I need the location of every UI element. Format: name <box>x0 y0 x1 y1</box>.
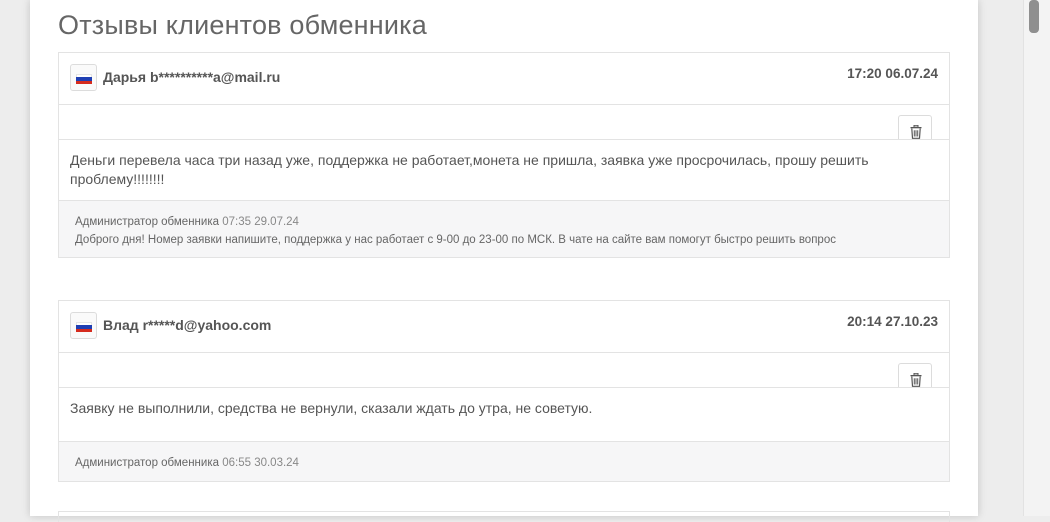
review-card: Влад r*****d@yahoo.com 20:14 27.10.23 За… <box>58 300 950 482</box>
review-text: Заявку не выполнили, средства не вернули… <box>59 387 949 441</box>
admin-reply: Администратор обменника 06:55 30.03.24 <box>59 441 949 481</box>
delete-button[interactable] <box>898 363 932 387</box>
review-author: Дарья b**********a@mail.ru <box>103 69 281 85</box>
review-text: Деньги перевела часа три назад уже, подд… <box>59 139 949 200</box>
scrollbar-thumb[interactable] <box>1029 0 1039 33</box>
review-card: Дарья b**********a@mail.ru 17:20 06.07.2… <box>58 52 950 258</box>
admin-label: Администратор обменника <box>75 216 220 228</box>
russia-flag-icon <box>70 64 97 91</box>
scrollbar[interactable] <box>1023 0 1050 516</box>
admin-reply: Администратор обменника 07:35 29.07.24 Д… <box>59 200 949 257</box>
review-date: 17:20 06.07.24 <box>847 66 938 81</box>
admin-label: Администратор обменника <box>75 457 220 469</box>
trash-icon <box>910 373 922 387</box>
page-title: Отзывы клиентов обменника <box>58 10 427 40</box>
trash-icon <box>910 125 922 139</box>
review-header: Влад r*****d@yahoo.com 20:14 27.10.23 <box>59 301 949 353</box>
admin-reply-date: 06:55 30.03.24 <box>222 457 299 469</box>
review-header: Дарья b**********a@mail.ru 17:20 06.07.2… <box>59 53 949 105</box>
review-date: 20:14 27.10.23 <box>847 314 938 329</box>
russia-flag-icon <box>70 312 97 339</box>
admin-reply-text: Доброго дня! Номер заявки напишите, подд… <box>75 234 836 246</box>
content-panel: Отзывы клиентов обменника Дарья b*******… <box>30 0 978 522</box>
delete-button[interactable] <box>898 115 932 139</box>
review-card <box>58 511 950 522</box>
admin-reply-date: 07:35 29.07.24 <box>222 216 299 228</box>
review-tools <box>59 105 949 139</box>
review-author: Влад r*****d@yahoo.com <box>103 317 272 333</box>
review-tools <box>59 353 949 387</box>
